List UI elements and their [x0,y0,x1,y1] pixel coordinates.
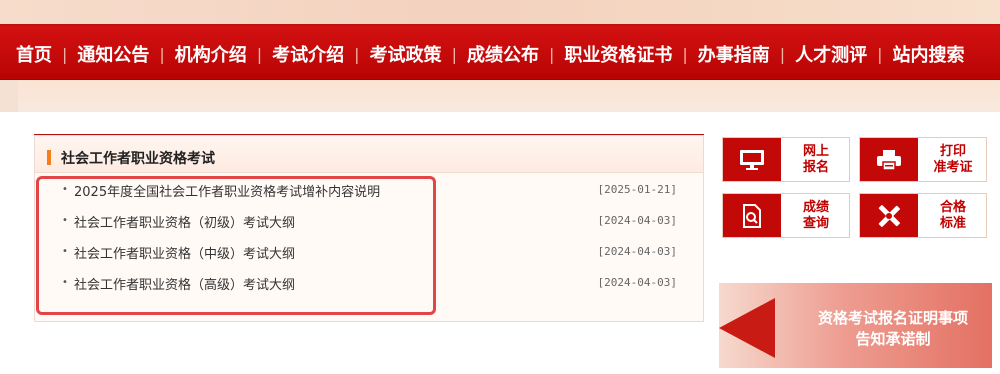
nav-exam-intro[interactable]: 考试介绍 [272,41,344,67]
print-admission-ticket-button[interactable]: 打印 准考证 [859,137,987,182]
nav-home[interactable]: 首页 [16,41,52,67]
print-ticket-label: 打印 准考证 [933,143,973,175]
main-navigation: 首页 | 通知公告 | 机构介绍 | 考试介绍 | 考试政策 | 成绩公布 | … [0,24,1000,82]
news-date: [2024-04-03] [597,214,677,227]
news-date: [2024-04-03] [597,245,677,258]
nav-talent-assessment[interactable]: 人才测评 [795,41,867,67]
top-banner [0,0,1000,24]
nav-exam-policy[interactable]: 考试政策 [370,41,442,67]
tools-icon [860,194,918,237]
news-date: [2025-01-21] [597,183,677,196]
score-query-label: 成绩 查询 [802,199,829,231]
nav-separator: | [682,44,688,64]
sub-banner [18,80,1000,112]
monitor-icon [723,138,781,181]
nav-separator: | [256,44,263,64]
nav-about[interactable]: 机构介绍 [175,41,247,67]
pass-standard-button[interactable]: 合格 标准 [859,193,987,238]
nav-separator: | [877,44,883,64]
promo-banner[interactable]: 资格考试报名证明事项 告知承诺制 [719,283,992,368]
news-date: [2024-04-03] [597,276,677,289]
sub-banner-left [0,80,18,112]
score-query-button[interactable]: 成绩 查询 [722,193,850,238]
nav-separator: | [451,44,457,64]
pass-standard-label: 合格 标准 [939,199,966,231]
nav-certificates[interactable]: 职业资格证书 [564,41,672,67]
nav-notices[interactable]: 通知公告 [77,41,149,67]
title-marker [47,150,51,165]
nav-results[interactable]: 成绩公布 [467,41,539,67]
promo-text: 资格考试报名证明事项 告知承诺制 [817,309,968,348]
nav-separator: | [548,44,555,64]
selection-highlight-box [36,176,436,315]
nav-separator: | [779,44,786,64]
online-register-label: 网上 报名 [802,143,829,175]
arrow-left-icon [719,298,775,358]
online-register-button[interactable]: 网上 报名 [722,137,850,182]
panel-header: 社会工作者职业资格考试 [35,136,703,173]
nav-separator: | [354,44,360,64]
panel-title: 社会工作者职业资格考试 [61,151,215,167]
nav-site-search[interactable]: 站内搜索 [893,41,965,67]
nav-guide[interactable]: 办事指南 [698,41,770,67]
printer-icon [860,138,918,181]
search-document-icon [723,194,781,237]
nav-separator: | [159,44,165,64]
nav-separator: | [62,44,68,64]
